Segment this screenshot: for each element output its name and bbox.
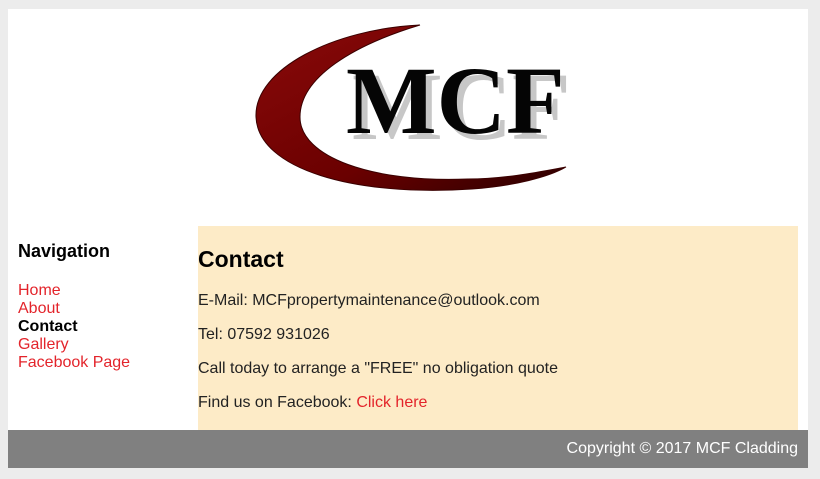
nav-item-gallery: Gallery [18, 336, 198, 354]
facebook-line: Find us on Facebook: Click here [198, 394, 427, 412]
facebook-prefix: Find us on Facebook: [198, 394, 357, 411]
navigation-sidebar: Navigation Home About Contact Gallery Fa… [18, 241, 198, 372]
navigation-heading: Navigation [18, 241, 111, 261]
email-line: E-Mail: MCFpropertymaintenance@outlook.c… [198, 292, 540, 309]
nav-item-home: Home [18, 282, 198, 300]
nav-item-about: About [18, 300, 198, 318]
facebook-click-here-link[interactable]: Click here [356, 394, 427, 411]
mcf-swoosh-logo-icon: MCF MCF [255, 24, 571, 191]
logo-text: MCF [346, 47, 565, 154]
nav-link-home[interactable]: Home [18, 282, 61, 299]
nav-item-facebook: Facebook Page [18, 354, 198, 372]
nav-item-contact: Contact [18, 318, 198, 336]
nav-current-contact: Contact [18, 318, 78, 335]
page-container: MCF MCF Navigation Home About Contact Ga… [8, 9, 808, 468]
nav-list: Home About Contact Gallery Facebook Page [18, 282, 198, 372]
call-to-action-line: Call today to arrange a "FREE" no obliga… [198, 360, 559, 377]
copyright-text: Copyright © 2017 MCF Cladding [566, 440, 798, 457]
footer: Copyright © 2017 MCF Cladding [8, 430, 808, 468]
page-title: Contact [198, 246, 284, 272]
nav-link-about[interactable]: About [18, 300, 60, 317]
telephone-line: Tel: 07592 931026 [198, 326, 330, 343]
mcf-logo: MCF MCF [244, 19, 574, 209]
nav-link-gallery[interactable]: Gallery [18, 336, 69, 353]
contact-content-panel: Contact E-Mail: MCFpropertymaintenance@o… [198, 226, 798, 431]
nav-link-facebook-page[interactable]: Facebook Page [18, 354, 130, 371]
